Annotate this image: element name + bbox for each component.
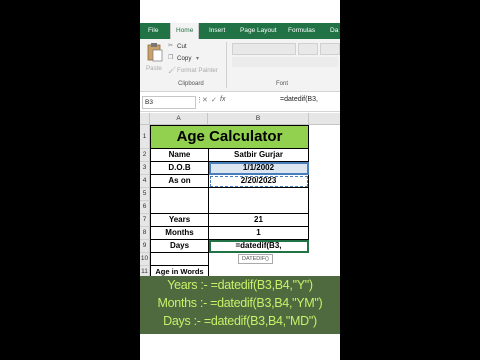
font-size-dropdown[interactable] xyxy=(298,43,318,55)
enter-icon[interactable]: ✓ xyxy=(211,96,217,104)
brush-icon: 🖌 xyxy=(168,67,176,74)
ason-label-cell[interactable]: As on xyxy=(151,175,209,188)
ribbon-home: Paste ✂ Cut ❐ Copy ▾ 🖌 Format Painter Cl… xyxy=(140,39,340,92)
row-header-2[interactable]: 2 xyxy=(140,149,150,162)
cut-label: Cut xyxy=(177,43,187,50)
copy-icon: ❐ xyxy=(168,54,174,61)
font-group-label: Font xyxy=(276,81,289,87)
days-label-cell[interactable]: Days xyxy=(151,240,209,253)
paste-icon xyxy=(147,43,163,62)
title-cell[interactable]: Age Calculator xyxy=(151,126,309,149)
name-box[interactable]: B3 xyxy=(142,96,196,109)
caption-years: Years :- =datedif(B3,B4,"Y") xyxy=(167,278,313,292)
chevron-down-icon: ▾ xyxy=(196,55,200,62)
ribbon-tabs: File Home Insert Page Layout Formulas Da xyxy=(140,23,340,39)
column-header-a[interactable]: A xyxy=(150,113,208,125)
scissors-icon: ✂ xyxy=(168,42,174,49)
format-painter-label: Format Painter xyxy=(177,67,218,74)
copy-button[interactable]: ❐ Copy ▾ xyxy=(168,54,208,64)
days-value-cell[interactable]: =datedif(B3, xyxy=(209,240,309,253)
format-painter-button[interactable]: 🖌 Format Painter xyxy=(168,66,228,76)
tab-formulas[interactable]: Formulas xyxy=(288,23,315,39)
formula-input[interactable]: =datedif(B3, xyxy=(280,96,318,103)
paste-label: Paste xyxy=(146,65,162,72)
row-header-10[interactable]: 10 xyxy=(140,253,150,266)
months-value-cell[interactable]: 1 xyxy=(209,227,309,240)
empty-cell[interactable] xyxy=(209,188,309,214)
row-header-7[interactable]: 7 xyxy=(140,214,150,227)
caption-months: Months :- =datedif(B3,B4,"YM") xyxy=(157,296,323,310)
row-header-5[interactable]: 5 xyxy=(140,188,150,201)
ason-value-cell[interactable]: 2/20/2023 xyxy=(209,175,309,188)
grow-font-button[interactable] xyxy=(320,43,340,55)
clipboard-group-label: Clipboard xyxy=(178,81,204,87)
row-header-4[interactable]: 4 xyxy=(140,175,150,188)
tab-file[interactable]: File xyxy=(148,23,158,39)
column-header-b[interactable]: B xyxy=(208,113,309,125)
name-value-cell[interactable]: Satbir Gurjar xyxy=(209,149,309,162)
cut-button[interactable]: ✂ Cut xyxy=(168,42,208,52)
tab-insert[interactable]: Insert xyxy=(209,23,225,39)
tab-page-layout[interactable]: Page Layout xyxy=(240,23,277,39)
row-header-9[interactable]: 9 xyxy=(140,240,150,253)
formula-caption-overlay: Years :- =datedif(B3,B4,"Y") Months :- =… xyxy=(140,276,340,334)
insert-function-icon[interactable]: fx xyxy=(220,96,225,103)
cancel-icon[interactable]: ✕ xyxy=(202,96,208,104)
years-value-cell[interactable]: 21 xyxy=(209,214,309,227)
tab-home[interactable]: Home xyxy=(170,23,200,39)
dob-label-cell[interactable]: D.O.B xyxy=(151,162,209,175)
function-tooltip[interactable]: DATEDIF() xyxy=(238,254,273,264)
caption-days: Days :- =datedif(B3,B4,"MD") xyxy=(163,314,317,328)
font-format-toolbar[interactable] xyxy=(232,57,338,67)
years-label-cell[interactable]: Years xyxy=(151,214,209,227)
row-header-1[interactable]: 1 xyxy=(140,125,150,149)
row-header-3[interactable]: 3 xyxy=(140,162,150,175)
dob-value-cell[interactable]: 1/1/2002 xyxy=(209,162,309,175)
font-name-dropdown[interactable] xyxy=(232,43,296,55)
copy-label: Copy xyxy=(177,55,192,62)
select-all-corner[interactable] xyxy=(140,113,150,125)
row-header-8[interactable]: 8 xyxy=(140,227,150,240)
empty-cell[interactable] xyxy=(151,188,209,214)
formula-bar: B3 ⋮ ✕ ✓ fx =datedif(B3, xyxy=(140,93,340,112)
tab-data[interactable]: Da xyxy=(330,23,338,39)
group-divider xyxy=(226,42,227,88)
empty-cell[interactable] xyxy=(151,253,209,266)
paste-button[interactable]: Paste xyxy=(144,42,166,78)
column-header-c[interactable] xyxy=(309,113,340,125)
name-label-cell[interactable]: Name xyxy=(151,149,209,162)
row-header-6[interactable]: 6 xyxy=(140,201,150,214)
months-label-cell[interactable]: Months xyxy=(151,227,209,240)
